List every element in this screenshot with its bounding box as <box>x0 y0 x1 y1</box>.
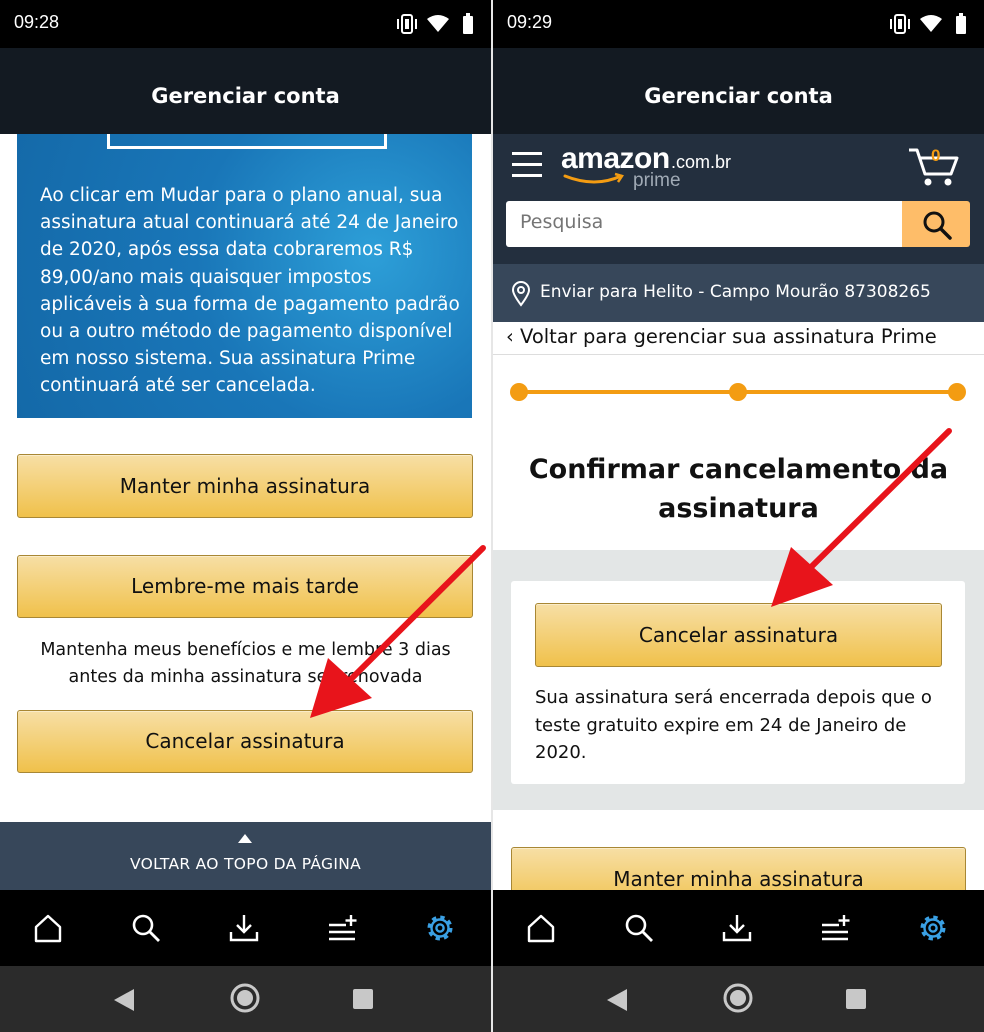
vibrate-icon <box>397 14 417 34</box>
back-to-top-label: VOLTAR AO TOPO DA PÁGINA <box>129 855 362 873</box>
home-icon[interactable] <box>32 912 64 944</box>
ship-to-text: Enviar para Helito - Campo Mourão 873082… <box>540 282 931 302</box>
cancel-note: Sua assinatura será encerrada depois que… <box>535 687 932 763</box>
settings-icon[interactable] <box>917 912 949 944</box>
status-time: 09:29 <box>507 12 553 32</box>
battery-icon <box>956 13 966 34</box>
breadcrumb[interactable]: ‹ Voltar para gerenciar sua assinatura P… <box>493 322 984 355</box>
caret-up-icon <box>238 834 252 843</box>
android-navigation-bar <box>493 966 984 1032</box>
bottom-navigation <box>493 890 984 966</box>
cancel-section: Cancelar assinatura Sua assinatura será … <box>493 550 984 810</box>
cart-count: 0 <box>931 146 941 165</box>
status-icons <box>890 13 966 34</box>
annual-plan-info-text: Ao clicar em Mudar para o plano anual, s… <box>40 185 460 397</box>
remind-later-button[interactable]: Lembre-me mais tarde <box>17 555 473 618</box>
recents-icon[interactable] <box>846 989 866 1009</box>
app-top-bar: Gerenciar conta <box>0 48 491 134</box>
search-field[interactable] <box>506 201 902 247</box>
cancel-subscription-button[interactable]: Cancelar assinatura <box>17 710 473 773</box>
search-input[interactable] <box>520 211 880 233</box>
prime-logo-text: prime <box>633 170 681 191</box>
left-screenshot: Ao clicar em Mudar para o plano anual, s… <box>0 0 491 1032</box>
wifi-icon <box>427 15 449 32</box>
amazon-smile-icon <box>563 172 624 184</box>
cancel-subscription-button[interactable]: Cancelar assinatura <box>535 603 942 667</box>
delivery-location-bar[interactable]: Enviar para Helito - Campo Mourão 873082… <box>493 264 984 322</box>
playlist-add-icon[interactable] <box>326 912 358 944</box>
cancel-card: Cancelar assinatura Sua assinatura será … <box>511 581 965 784</box>
keep-subscription-button[interactable]: Manter minha assinatura <box>17 454 473 518</box>
breadcrumb-link[interactable]: ‹ Voltar para gerenciar sua assinatura P… <box>506 325 937 348</box>
confirm-cancel-heading: Confirmar cancelamento da assinatura <box>528 454 949 524</box>
location-pin-icon <box>511 281 531 307</box>
progress-steps <box>510 383 966 401</box>
search-icon[interactable] <box>623 912 655 944</box>
battery-icon <box>463 13 473 34</box>
playlist-add-icon[interactable] <box>819 912 851 944</box>
annual-plan-info-box: Ao clicar em Mudar para o plano anual, s… <box>17 130 472 418</box>
page-title: Gerenciar conta <box>151 84 340 108</box>
search-icon[interactable] <box>130 912 162 944</box>
download-icon[interactable] <box>721 912 753 944</box>
status-icons <box>397 13 473 34</box>
status-bar: 09:28 <box>0 0 491 48</box>
magnifier-icon <box>923 211 952 240</box>
home-icon[interactable] <box>525 912 557 944</box>
download-icon[interactable] <box>228 912 260 944</box>
home-circle-icon[interactable] <box>722 982 754 1014</box>
back-icon[interactable] <box>113 988 135 1012</box>
settings-icon[interactable] <box>424 912 456 944</box>
bottom-navigation <box>0 890 491 966</box>
app-top-bar: Gerenciar conta <box>493 48 984 134</box>
status-bar: 09:29 <box>493 0 984 48</box>
home-circle-icon[interactable] <box>229 982 261 1014</box>
remind-later-note: Mantenha meus benefícios e me lembre 3 d… <box>40 640 451 687</box>
right-screenshot: amazon .com.br prime 0 Enviar para Helit… <box>493 0 984 1032</box>
wifi-icon <box>920 15 942 32</box>
status-time: 09:28 <box>14 12 60 32</box>
amazon-prime-logo[interactable]: amazon .com.br prime <box>561 142 761 196</box>
page-title: Gerenciar conta <box>644 84 833 108</box>
vibrate-icon <box>890 14 910 34</box>
search-submit-button[interactable] <box>902 201 970 247</box>
amazon-header: amazon .com.br prime 0 <box>493 134 984 264</box>
android-navigation-bar <box>0 966 491 1032</box>
back-icon[interactable] <box>606 988 628 1012</box>
cart-button[interactable]: 0 <box>907 144 959 188</box>
hamburger-menu-icon[interactable] <box>512 152 542 178</box>
back-to-top-bar[interactable]: VOLTAR AO TOPO DA PÁGINA <box>0 822 491 890</box>
recents-icon[interactable] <box>353 989 373 1009</box>
